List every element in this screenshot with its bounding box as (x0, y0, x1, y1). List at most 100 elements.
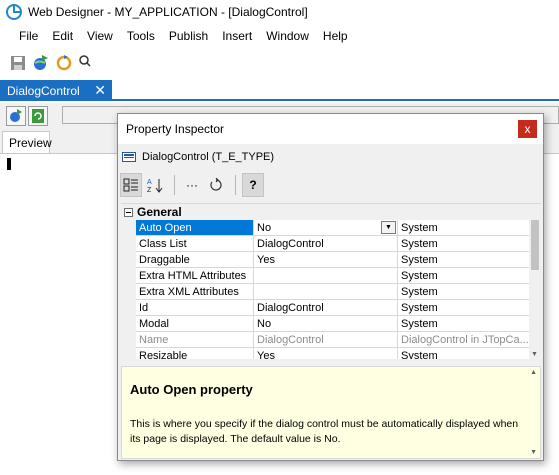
property-inspector-dialog: Property Inspector x DialogControl (T_E_… (117, 113, 544, 461)
text-caret (7, 158, 11, 170)
property-row-auto-open[interactable]: Auto Open No ▼ System (121, 220, 531, 236)
globe-run-icon (10, 109, 22, 122)
sql-button[interactable] (77, 53, 97, 73)
save-button[interactable] (8, 53, 28, 73)
property-grid: General Auto Open No ▼ System Class List… (121, 203, 541, 359)
property-name: Name (136, 332, 254, 348)
menu-view[interactable]: View (80, 27, 120, 45)
property-row-resizable[interactable]: Resizable Yes System (121, 348, 531, 359)
menu-edit[interactable]: Edit (45, 27, 80, 45)
property-name: Modal (136, 316, 254, 332)
tab-preview[interactable]: Preview (2, 131, 52, 153)
property-value[interactable]: DialogControl (254, 332, 398, 348)
categorized-icon (123, 178, 138, 192)
svg-text:Z: Z (147, 187, 152, 193)
menu-insert[interactable]: Insert (215, 27, 259, 45)
reset-icon (210, 178, 222, 191)
property-value[interactable] (254, 268, 398, 284)
property-row-extra-xml-attributes[interactable]: Extra XML Attributes System (121, 284, 531, 300)
category-general[interactable]: General (121, 204, 541, 220)
svg-text:A: A (147, 179, 152, 186)
help-button[interactable]: ? (242, 173, 264, 197)
editor-toolbar (6, 106, 50, 126)
dialog-title: Property Inspector (126, 122, 225, 136)
app-logo-icon (6, 4, 22, 20)
sort-az-icon: A Z (147, 179, 163, 193)
menu-window[interactable]: Window (259, 27, 316, 45)
refresh-page-icon (32, 109, 44, 123)
selected-object: DialogControl (T_E_TYPE) (118, 148, 274, 166)
categorized-button[interactable] (120, 173, 142, 197)
property-row-id[interactable]: Id DialogControl System (121, 300, 531, 316)
property-value[interactable]: Yes (254, 252, 398, 268)
property-source: System (398, 252, 531, 268)
property-row-class-list[interactable]: Class List DialogControl System (121, 236, 531, 252)
inspector-toolbar: A Z ··· ? (120, 171, 266, 199)
help-title: Auto Open property (130, 382, 253, 397)
main-toolbar (8, 52, 100, 74)
property-value[interactable]: DialogControl (254, 236, 398, 252)
category-label: General (137, 205, 182, 219)
scroll-down-icon[interactable]: ▼ (531, 351, 538, 358)
close-icon[interactable]: ✕ (94, 82, 106, 99)
property-value[interactable]: No (254, 316, 398, 332)
menu-help[interactable]: Help (316, 27, 355, 45)
property-source: System (398, 348, 531, 359)
property-source: DialogControl in JTopCa... (398, 332, 531, 348)
property-name: Auto Open (136, 220, 254, 236)
refresh-button[interactable] (54, 53, 74, 73)
help-panel: Auto Open property This is where you spe… (121, 366, 541, 459)
property-name: Draggable (136, 252, 254, 268)
close-icon: x (524, 122, 531, 136)
reset-button[interactable] (205, 173, 227, 197)
window-title: Web Designer - MY_APPLICATION - [DialogC… (28, 5, 308, 19)
property-value: No (257, 221, 272, 234)
property-value[interactable]: DialogControl (254, 300, 398, 316)
property-name: Extra HTML Attributes (136, 268, 254, 284)
test-page-button[interactable] (31, 53, 51, 73)
alphabetical-button[interactable]: A Z (144, 173, 166, 197)
property-source: System (398, 236, 531, 252)
menu-publish[interactable]: Publish (162, 27, 215, 45)
property-value[interactable]: Yes (254, 348, 398, 359)
tab-label: DialogControl (7, 83, 80, 98)
property-row-name[interactable]: Name DialogControl DialogControl in JTop… (121, 332, 531, 348)
dialog-control-icon (122, 152, 136, 162)
dropdown-button[interactable]: ▼ (381, 221, 396, 234)
document-tab-strip: DialogControl ✕ (0, 80, 559, 101)
scroll-up-icon[interactable]: ▲ (530, 369, 537, 376)
property-name: Resizable (136, 348, 254, 359)
refresh-preview-button[interactable] (28, 106, 48, 126)
property-source: System (398, 268, 531, 284)
grid-scrollbar[interactable]: ▼ (529, 220, 541, 359)
property-row-extra-html-attributes[interactable]: Extra HTML Attributes System (121, 268, 531, 284)
property-source: System (398, 316, 531, 332)
property-name: Extra XML Attributes (136, 284, 254, 300)
close-button[interactable]: x (518, 120, 537, 138)
scroll-down-icon[interactable]: ▼ (530, 449, 537, 456)
title-bar: Web Designer - MY_APPLICATION - [DialogC… (0, 0, 559, 24)
property-value[interactable] (254, 284, 398, 300)
menu-tools[interactable]: Tools (120, 27, 162, 45)
property-value-dropdown[interactable]: No ▼ (254, 220, 398, 236)
property-row-draggable[interactable]: Draggable Yes System (121, 252, 531, 268)
property-source: System (398, 300, 531, 316)
tab-dialogcontrol[interactable]: DialogControl ✕ (0, 80, 112, 101)
more-button[interactable]: ··· (181, 173, 203, 197)
save-icon (11, 56, 25, 70)
help-text: This is where you specify if the dialog … (130, 418, 519, 445)
collapse-icon[interactable] (124, 207, 133, 217)
toolbar-separator (235, 175, 236, 195)
preview-tab-label: Preview (9, 135, 52, 150)
scrollbar-thumb[interactable] (531, 220, 539, 270)
globe-run-icon (34, 55, 48, 70)
dialog-title-bar[interactable]: Property Inspector x (118, 114, 543, 144)
menu-bar: File Edit View Tools Publish Insert Wind… (0, 26, 355, 46)
run-test-button[interactable] (6, 106, 26, 126)
property-source: System (398, 284, 531, 300)
menu-file[interactable]: File (12, 27, 45, 45)
property-name: Id (136, 300, 254, 316)
property-row-modal[interactable]: Modal No System (121, 316, 531, 332)
property-source: System (398, 220, 531, 236)
property-name: Class List (136, 236, 254, 252)
